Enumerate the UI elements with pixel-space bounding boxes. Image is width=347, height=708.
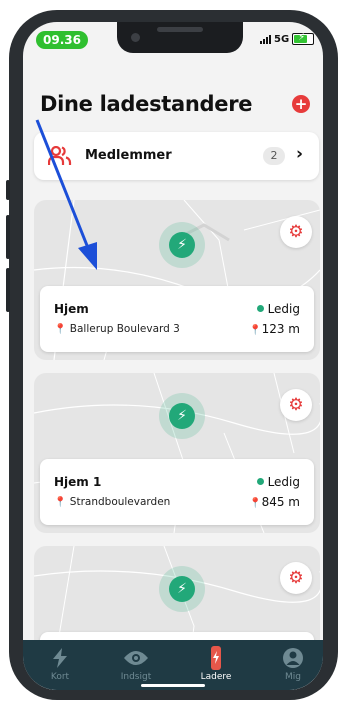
annotation-arrow (35, 119, 97, 270)
